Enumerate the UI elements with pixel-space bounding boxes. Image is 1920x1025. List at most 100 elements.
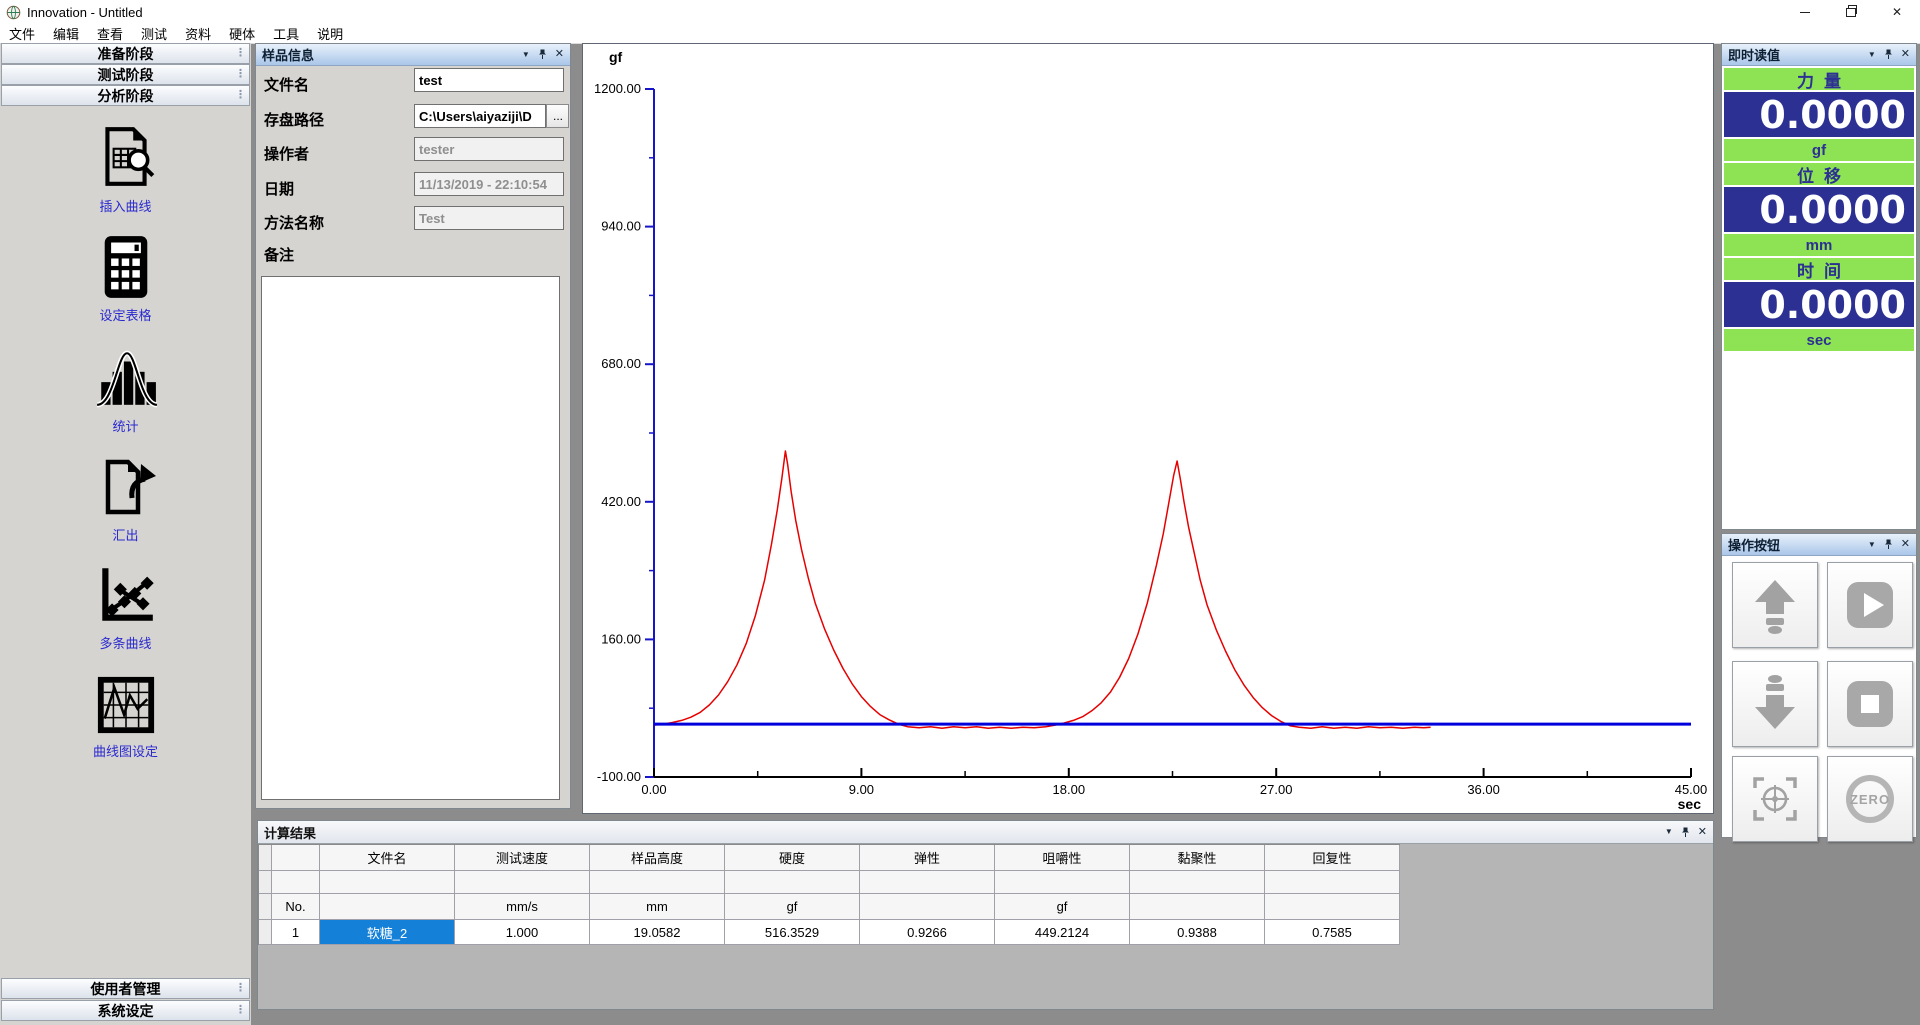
close-button[interactable]: ✕ bbox=[1874, 0, 1920, 24]
svg-text:gf: gf bbox=[609, 49, 623, 65]
unit-header bbox=[320, 894, 455, 920]
method-label: 方法名称 bbox=[264, 212, 324, 233]
target-button[interactable] bbox=[1732, 756, 1818, 842]
menu-test[interactable]: 测试 bbox=[132, 24, 176, 43]
row-number-cell[interactable]: 1 bbox=[272, 920, 320, 945]
col-header: 样品高度 bbox=[590, 845, 725, 871]
window-controls: ✕ bbox=[1782, 0, 1920, 24]
minimize-button[interactable] bbox=[1782, 0, 1828, 24]
stage-user-management[interactable]: 使用者管理⋮ bbox=[1, 978, 250, 999]
move-down-button[interactable] bbox=[1732, 661, 1818, 747]
panel-close-icon[interactable]: ✕ bbox=[555, 49, 564, 60]
header-no-spacer bbox=[272, 845, 320, 871]
window-title: Innovation - Untitled bbox=[27, 5, 143, 20]
pin-icon[interactable] bbox=[1884, 539, 1893, 550]
run-button[interactable] bbox=[1827, 562, 1913, 648]
filename-input[interactable] bbox=[414, 68, 564, 92]
pin-icon[interactable] bbox=[538, 49, 547, 60]
tool-label: 插入曲线 bbox=[99, 196, 151, 215]
readout-panel: 即时读值 ▼ ✕ 力量 0.0000 gf 位移 0.0000 mm 时间 0.… bbox=[1721, 43, 1917, 530]
up-arrow-icon bbox=[1747, 576, 1803, 634]
restore-icon bbox=[1846, 8, 1856, 17]
sample-height-cell[interactable]: 19.0582 bbox=[590, 920, 725, 945]
panel-menu-icon[interactable]: ▼ bbox=[1868, 541, 1876, 549]
col-header: 回复性 bbox=[1265, 845, 1400, 871]
panel-title: 计算结果 bbox=[264, 823, 316, 842]
menu-hardware[interactable]: 硬体 bbox=[220, 24, 264, 43]
filename-cell[interactable]: 软糖_2 bbox=[320, 920, 455, 945]
move-up-button[interactable] bbox=[1732, 562, 1818, 648]
stage-test[interactable]: 测试阶段⋮ bbox=[1, 64, 250, 85]
zero-button[interactable]: ZERO bbox=[1827, 756, 1913, 842]
grip-dots-icon: ⋮ bbox=[235, 69, 246, 80]
panel-title: 操作按钮 bbox=[1728, 535, 1780, 554]
tool-export[interactable]: 汇出 bbox=[0, 456, 251, 562]
calculator-icon bbox=[96, 234, 156, 300]
unit-header: mm/s bbox=[455, 894, 590, 920]
tool-label: 汇出 bbox=[112, 525, 138, 544]
panel-menu-icon[interactable]: ▼ bbox=[1665, 828, 1673, 836]
stop-button[interactable] bbox=[1827, 661, 1913, 747]
cohesiveness-cell[interactable]: 0.9388 bbox=[1130, 920, 1265, 945]
resilience-cell[interactable]: 0.7585 bbox=[1265, 920, 1400, 945]
pin-icon[interactable] bbox=[1884, 49, 1893, 60]
menu-data[interactable]: 资料 bbox=[176, 24, 220, 43]
panel-close-icon[interactable]: ✕ bbox=[1901, 49, 1910, 60]
svg-text:36.00: 36.00 bbox=[1467, 782, 1500, 797]
row-grip bbox=[259, 871, 272, 894]
notes-textarea[interactable] bbox=[261, 276, 560, 800]
grip-dots-icon: ⋮ bbox=[235, 90, 246, 101]
stage-prepare[interactable]: 准备阶段⋮ bbox=[1, 43, 250, 64]
panel-menu-icon[interactable]: ▼ bbox=[522, 51, 530, 59]
menu-edit[interactable]: 编辑 bbox=[44, 24, 88, 43]
statistics-icon bbox=[93, 345, 159, 411]
col-header: 咀嚼性 bbox=[995, 845, 1130, 871]
tool-label: 曲线图设定 bbox=[93, 741, 158, 760]
test-speed-cell[interactable]: 1.000 bbox=[455, 920, 590, 945]
results-table: 文件名 测试速度 样品高度 硬度 弹性 咀嚼性 黏聚性 回复性 No. mm/s… bbox=[258, 844, 1400, 945]
app-icon bbox=[6, 5, 21, 20]
operator-label: 操作者 bbox=[264, 143, 309, 164]
grip-dots-icon: ⋮ bbox=[235, 48, 246, 59]
results-panel: 计算结果 ▼ ✕ 文件名 测试速度 样品高度 硬度 弹性 咀嚼性 黏聚性 回复性 bbox=[257, 820, 1714, 1010]
row-grip bbox=[259, 894, 272, 920]
restore-button[interactable] bbox=[1828, 0, 1874, 24]
panel-close-icon[interactable]: ✕ bbox=[1698, 827, 1707, 838]
chewiness-cell[interactable]: 449.2124 bbox=[995, 920, 1130, 945]
svg-text:45.00: 45.00 bbox=[1675, 782, 1708, 797]
unit-header bbox=[1265, 894, 1400, 920]
hardness-cell[interactable]: 516.3529 bbox=[725, 920, 860, 945]
tool-statistics[interactable]: 统计 bbox=[0, 345, 251, 451]
menu-view[interactable]: 查看 bbox=[88, 24, 132, 43]
tool-label: 多条曲线 bbox=[99, 633, 151, 652]
tool-set-table[interactable]: 设定表格 bbox=[0, 234, 251, 340]
col-header: 测试速度 bbox=[455, 845, 590, 871]
menu-file[interactable]: 文件 bbox=[0, 24, 44, 43]
panel-close-icon[interactable]: ✕ bbox=[1901, 539, 1910, 550]
svg-text:420.00: 420.00 bbox=[601, 494, 641, 509]
tool-curve-settings[interactable]: 曲线图设定 bbox=[0, 674, 251, 780]
unit-header bbox=[1130, 894, 1265, 920]
panel-menu-icon[interactable]: ▼ bbox=[1868, 51, 1876, 59]
browse-button[interactable]: ... bbox=[546, 104, 569, 128]
path-input[interactable] bbox=[414, 104, 546, 128]
row-grip[interactable] bbox=[259, 920, 272, 945]
minimize-icon bbox=[1800, 12, 1810, 13]
displacement-value-display: 0.0000 bbox=[1724, 187, 1914, 232]
sample-info-panel: 样品信息 ▼ ✕ 文件名 存盘路径 ... 操作者 日期 方法名称 备注 bbox=[255, 43, 571, 809]
menu-help[interactable]: 说明 bbox=[308, 24, 352, 43]
chart-panel: 1200.00940.00680.00420.00160.00-100.000.… bbox=[582, 43, 1714, 814]
target-icon bbox=[1747, 771, 1803, 827]
stage-system-settings[interactable]: 系统设定⋮ bbox=[1, 1000, 250, 1021]
stage-analysis[interactable]: 分析阶段⋮ bbox=[1, 85, 250, 106]
springiness-cell[interactable]: 0.9266 bbox=[860, 920, 995, 945]
readout-titlebar: 即时读值 ▼ ✕ bbox=[1722, 44, 1916, 66]
svg-text:940.00: 940.00 bbox=[601, 219, 641, 234]
pin-icon[interactable] bbox=[1681, 827, 1690, 838]
operator-input bbox=[414, 137, 564, 161]
tool-insert-curve[interactable]: 插入曲线 bbox=[0, 123, 251, 229]
tool-multi-curve[interactable]: 多条曲线 bbox=[0, 562, 251, 668]
unit-header: mm bbox=[590, 894, 725, 920]
svg-text:9.00: 9.00 bbox=[849, 782, 874, 797]
menu-tools[interactable]: 工具 bbox=[264, 24, 308, 43]
